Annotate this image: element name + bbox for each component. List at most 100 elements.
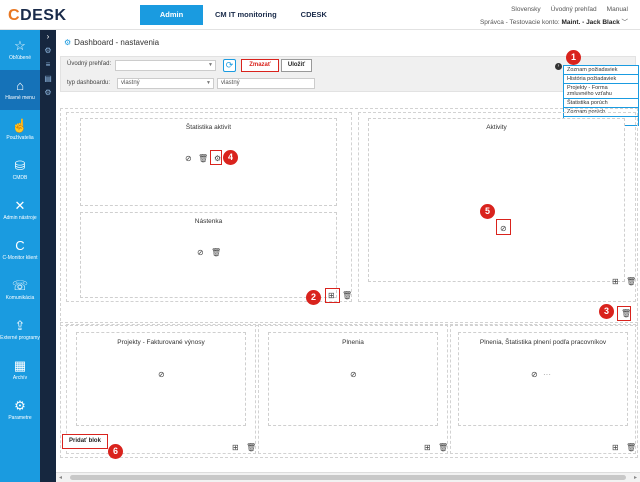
- sidebar-item-komunikacia[interactable]: ☏ Komunikácia: [0, 270, 40, 310]
- secondary-strip: › ⚙ ≡ ▤ ⚙: [40, 30, 56, 482]
- tab-cm-it-monitoring[interactable]: CM IT monitoring: [203, 5, 289, 25]
- annotation-badge-5: 5: [480, 204, 495, 219]
- block-projekty: Projekty - Fakturované výnosy ⊘: [76, 332, 246, 426]
- annotation-badge-3: 3: [599, 304, 614, 319]
- hide-icon[interactable]: ⊘: [158, 371, 165, 379]
- sidebar-item-cmdb[interactable]: ⛁ CMDB: [0, 150, 40, 190]
- tab-admin-zona[interactable]: Admin zóna: [140, 5, 203, 39]
- add-block-icon[interactable]: ⊞: [232, 444, 239, 452]
- scroll-left-icon[interactable]: ◂: [59, 474, 62, 481]
- sidebar-item-externe-programy[interactable]: ⇪ Externé programy: [0, 310, 40, 350]
- hand-icon: ☝: [11, 118, 29, 133]
- block-title: Nástenka: [194, 218, 223, 225]
- sidebar-item-label: Externé programy: [0, 335, 40, 341]
- overview-link[interactable]: Úvodný prehľad: [551, 6, 597, 13]
- hide-icon[interactable]: ⊘: [350, 371, 357, 379]
- dashboard-settings-icon[interactable]: ⚙: [40, 44, 56, 58]
- scroll-right-icon[interactable]: ▸: [634, 474, 637, 481]
- archive-icon: ▦: [13, 358, 27, 373]
- sidebar-item-hlavne-menu[interactable]: ⌂ Hlavné menu: [0, 70, 40, 110]
- highlight-box-3: [617, 306, 631, 321]
- trash-icon[interactable]: 🗑: [438, 444, 448, 452]
- hide-icon[interactable]: ⊘: [197, 249, 204, 257]
- horizontal-scrollbar[interactable]: ◂ ▸: [56, 472, 640, 482]
- user-role: Správca - Testovacie konto:: [479, 19, 560, 26]
- sidebar-item-pouzivatelia[interactable]: ☝ Používatelia: [0, 110, 40, 150]
- sidebar: ☆ Obľúbené ⌂ Hlavné menu ☝ Používatelia ⛁ CM…: [0, 30, 40, 482]
- typ-dashboardu-select[interactable]: vlastný ▼: [117, 78, 214, 89]
- sliders-icon: ⚙: [14, 398, 26, 413]
- top-bar: CDESK Admin zóna CM IT monitoring CDESK …: [0, 0, 640, 39]
- tools-icon: ✕: [14, 198, 26, 213]
- sidebar-item-label: Komunikácia: [5, 295, 35, 301]
- cdesk-logo[interactable]: CDESK: [8, 7, 67, 25]
- sidebar-item-oblubene[interactable]: ☆ Obľúbené: [0, 30, 40, 70]
- expand-arrow-icon[interactable]: ›: [555, 63, 562, 70]
- uvodny-prehlad-label: Úvodný prehľad:: [67, 61, 112, 67]
- block-title: Plnenia: [342, 339, 364, 346]
- trash-icon[interactable]: 🗑: [198, 155, 208, 163]
- collapse-arrow-icon[interactable]: ›: [40, 30, 56, 44]
- annotation-badge-4: 4: [223, 150, 238, 165]
- list-item[interactable]: Zoznam požiadaviek: [564, 66, 638, 75]
- trash-icon[interactable]: 🗑: [211, 249, 221, 257]
- list-item[interactable]: Štatistika porúch: [564, 99, 638, 108]
- tab-cdesk[interactable]: CDESK: [289, 5, 339, 25]
- upload-icon: ⇪: [14, 318, 26, 333]
- typ-dashboardu-input[interactable]: vlastný: [217, 78, 315, 89]
- language-link[interactable]: Slovensky: [511, 6, 541, 13]
- table-icon[interactable]: ▤: [40, 72, 56, 86]
- block-title: Aktivity: [486, 124, 507, 131]
- user-account-menu[interactable]: Správca - Testovacie konto: Maint. - Jac…: [480, 16, 628, 26]
- user-name: Maint. - Jack Black: [561, 19, 620, 26]
- scrollbar-thumb[interactable]: [70, 475, 626, 480]
- save-button[interactable]: Uložiť: [281, 59, 312, 72]
- typ-dashboardu-label: typ dashboardu:: [67, 80, 111, 86]
- top-links: Slovensky Úvodný prehľad Manual: [511, 6, 628, 13]
- hide-icon[interactable]: ⊘: [185, 155, 192, 163]
- block-plnenia: Plnenia ⊘: [268, 332, 438, 426]
- trash-icon[interactable]: 🗑: [626, 444, 636, 452]
- list-icon[interactable]: ≡: [40, 58, 56, 72]
- sidebar-item-admin-nastroje[interactable]: ✕ Admin nástroje: [0, 190, 40, 230]
- list-item[interactable]: História požiadaviek: [564, 75, 638, 84]
- chevron-down-icon: ▼: [206, 80, 211, 86]
- manual-link[interactable]: Manual: [607, 6, 628, 13]
- main-content: ⚙ Dashboard - nastavenia Úvodný prehľad: …: [56, 30, 640, 482]
- star-icon: ☆: [14, 38, 26, 53]
- top-navigation: Admin zóna CM IT monitoring CDESK: [140, 5, 339, 39]
- block-title: Projekty - Fakturované výnosy: [117, 339, 205, 346]
- user-settings-icon[interactable]: ⚙: [40, 86, 56, 100]
- refresh-button[interactable]: ⟳: [223, 59, 236, 72]
- uvodny-prehlad-select[interactable]: ▼: [115, 60, 216, 71]
- add-block-icon[interactable]: ⊞: [612, 444, 619, 452]
- trash-icon[interactable]: 🗑: [626, 278, 636, 286]
- add-block-icon[interactable]: ⊞: [612, 278, 619, 286]
- hide-icon[interactable]: ⊘: [531, 371, 538, 379]
- block-title: Plnenia, Štatistika plnení podľa pracovn…: [479, 339, 607, 346]
- block-nastenka: Nástenka ⊘ 🗑: [80, 212, 337, 298]
- sidebar-item-label: Archív: [12, 375, 28, 381]
- trash-icon[interactable]: 🗑: [246, 444, 256, 452]
- home-icon: ⌂: [16, 78, 24, 93]
- sidebar-item-label: Obľúbené: [8, 55, 32, 61]
- highlight-box-4: [210, 150, 222, 165]
- phone-icon: ☏: [11, 278, 29, 293]
- sidebar-item-parametre[interactable]: ⚙ Parametre: [0, 390, 40, 430]
- sidebar-item-label: Admin nástroje: [3, 215, 37, 221]
- add-block-icon[interactable]: ⊞: [424, 444, 431, 452]
- add-block-button[interactable]: Pridať blok: [62, 434, 108, 449]
- page-title: ⚙ Dashboard - nastavenia: [64, 38, 160, 47]
- sidebar-item-archiv[interactable]: ▦ Archív: [0, 350, 40, 390]
- list-item[interactable]: Projekty - Forma zmluvného vzťahu: [564, 84, 638, 99]
- delete-button[interactable]: Zmazať: [241, 59, 279, 72]
- trash-icon[interactable]: 🗑: [342, 292, 352, 300]
- block-aktivity: Aktivity ⊘: [368, 118, 625, 282]
- more-icon[interactable]: ···: [543, 371, 551, 379]
- sidebar-item-label: Používatelia: [6, 135, 34, 141]
- annotation-badge-6: 6: [108, 444, 123, 459]
- highlight-box-5: [496, 219, 511, 235]
- c-monitor-icon: C: [15, 238, 25, 253]
- sidebar-item-c-monitor[interactable]: C C-Monitor klient: [0, 230, 40, 270]
- filter-bar: Úvodný prehľad: ▼ ⟳ Zmazať Uložiť typ da…: [60, 56, 636, 92]
